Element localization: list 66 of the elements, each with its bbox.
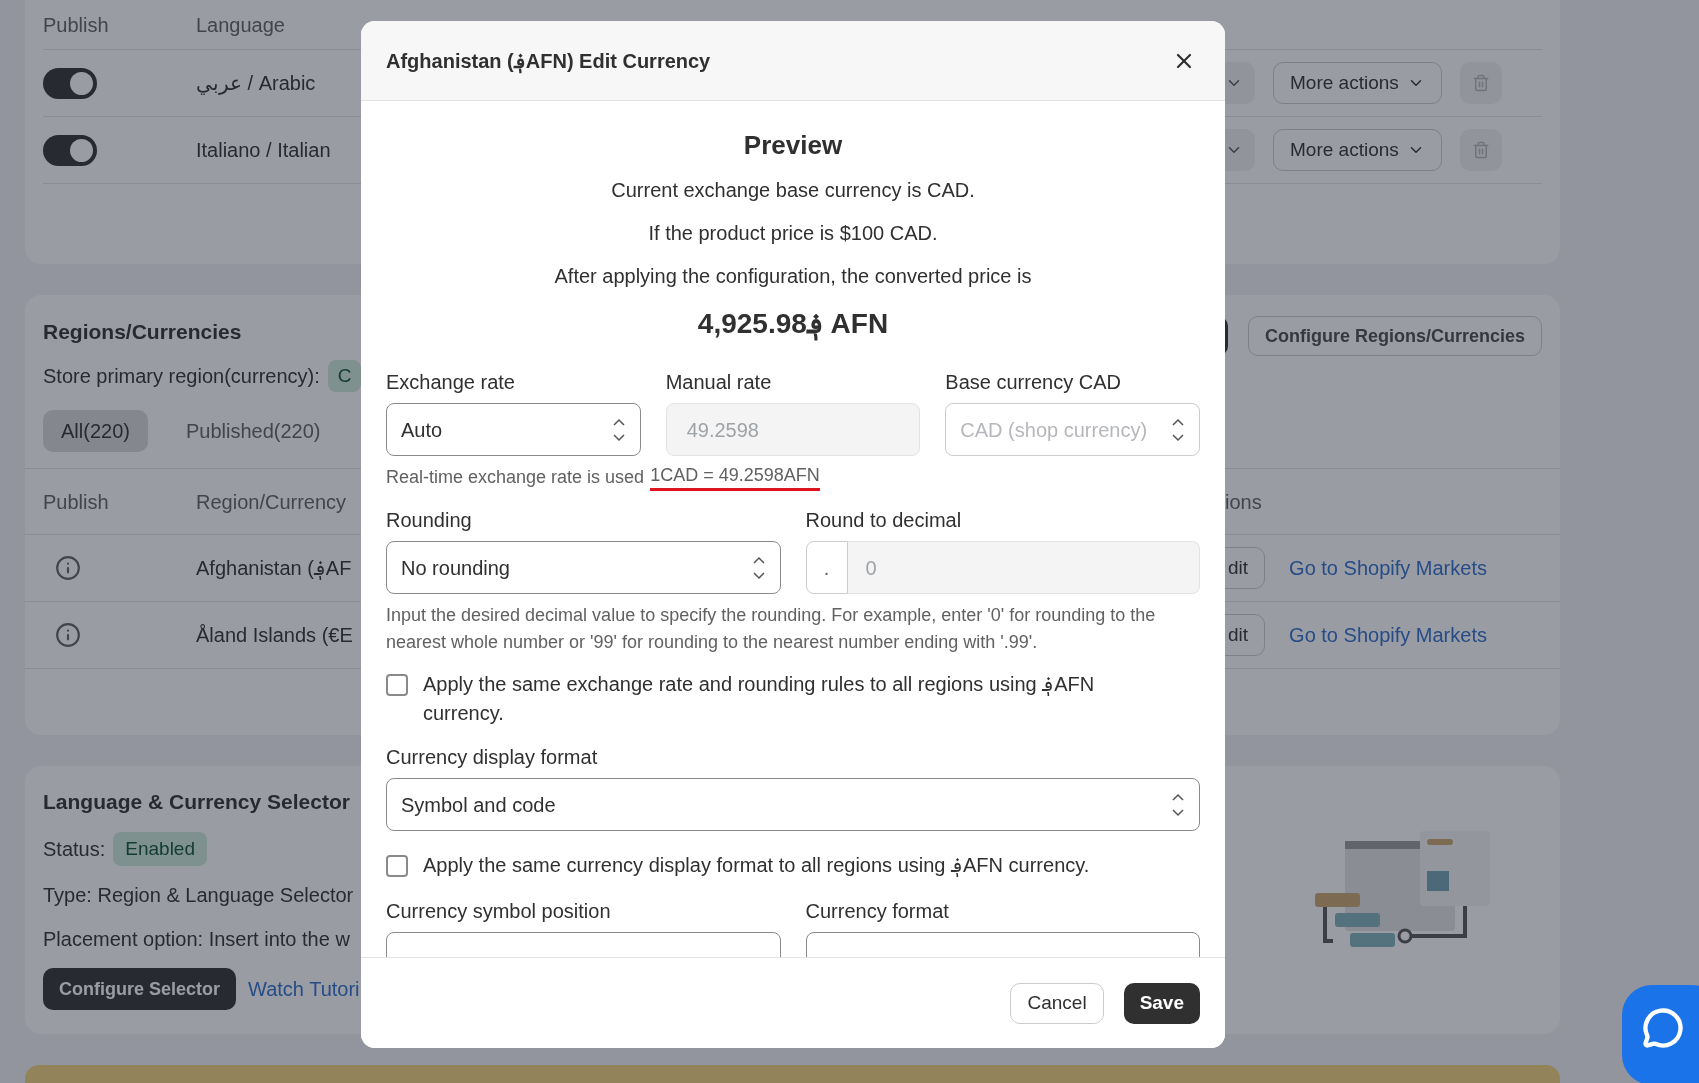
chat-button[interactable] — [1622, 985, 1699, 1083]
toggle-switch[interactable] — [43, 67, 97, 99]
column-header: Publish — [43, 490, 109, 513]
checkbox-label: Apply the same currency display format to all regions using ؋AFN currency. — [423, 853, 1090, 879]
field-label: Rounding — [386, 508, 473, 533]
field-label: Base currency CAD — [945, 370, 1122, 395]
configure-selector-button[interactable]: Configure Selector — [43, 968, 237, 1010]
section-title: Regions/Currencies — [43, 319, 243, 345]
placement-option: Placement option: Insert into the w — [43, 924, 360, 954]
display-format-select[interactable]: Symbol and code — [386, 778, 1200, 831]
up-down-chevron-icon — [1171, 416, 1185, 443]
trash-icon — [1471, 74, 1490, 92]
field-label: Manual rate — [665, 370, 773, 395]
field-label: Exchange rate — [386, 370, 516, 395]
up-down-chevron-icon — [751, 554, 766, 581]
primary-region-label: Store primary region(currency): — [43, 363, 320, 389]
chat-icon — [1642, 1007, 1684, 1049]
shopify-markets-link[interactable]: Go to Shopify Markets — [1289, 553, 1487, 583]
checkbox[interactable] — [386, 674, 408, 696]
delete-button[interactable] — [1459, 62, 1502, 104]
status-label: Status: — [43, 836, 106, 862]
decimal-prefix: . — [805, 541, 848, 594]
info-icon — [55, 622, 81, 648]
exchange-rate-select[interactable]: Auto — [386, 403, 641, 456]
region-name: Åland Islands (€E — [196, 624, 353, 646]
filter-tab[interactable]: All(220) — [43, 410, 148, 452]
rate-note: Real-time exchange rate is used — [386, 465, 645, 489]
shopify-markets-link[interactable]: Go to Shopify Markets — [1289, 620, 1487, 650]
status-badge: Enabled — [113, 831, 207, 866]
field-label: Currency symbol position — [386, 899, 612, 924]
dialog-title: Afghanistan (؋AFN) Edit Currency — [386, 48, 711, 76]
info-icon — [55, 555, 81, 581]
preview-text: Current exchange base currency is CAD. — [611, 178, 975, 203]
configure-regions-button[interactable]: Configure Regions/Currencies — [1247, 316, 1542, 356]
rounding-help-text: Input the desired decimal value to specify the rounding. For example, enter '0' for rounding to the nearest whole number or '99' for rounding to the nearest number ending with '.99'. — [386, 604, 1157, 654]
checkbox[interactable] — [386, 855, 408, 877]
preview-title: Preview — [743, 129, 843, 162]
toggle-switch[interactable] — [43, 134, 97, 166]
up-down-chevron-icon — [611, 416, 626, 443]
field-label: Currency format — [805, 899, 950, 924]
more-actions-button[interactable]: More actions — [1273, 62, 1442, 104]
preview-text: After applying the configuration, the converted price is — [554, 264, 1032, 289]
selector-type: Type: Region & Language Selector — [43, 883, 355, 908]
column-header: Publish — [43, 12, 109, 38]
region-name: Afghanistan (؋AF — [196, 557, 352, 579]
up-down-chevron-icon — [1171, 791, 1185, 818]
delete-button[interactable] — [1459, 129, 1502, 171]
more-actions-button[interactable]: More actions — [1273, 129, 1442, 171]
region-badge: C — [327, 359, 362, 392]
rounding-select[interactable]: No rounding — [386, 541, 781, 594]
field-label: Round to decimal — [805, 508, 963, 533]
column-header: ions — [1225, 490, 1262, 513]
rate-value: 1CAD = 49.2598AFN — [650, 462, 820, 491]
tutorial-link[interactable]: Watch Tutori — [248, 974, 360, 1004]
checkbox-label: Apply the same exchange rate and rounding rules to all regions using ؋AFN currency. — [423, 672, 1096, 726]
save-button[interactable]: Save — [1123, 982, 1200, 1024]
section-title: Language & Currency Selector — [43, 789, 351, 815]
cancel-button[interactable]: Cancel — [1010, 982, 1104, 1024]
language-name: Italiano / Italian — [196, 139, 331, 161]
field-label: Currency display format — [386, 745, 599, 770]
trash-icon — [1471, 141, 1490, 159]
language-name: عربي / Arabic — [196, 72, 316, 94]
column-header: Region/Currency — [196, 490, 347, 513]
preview-text: If the product price is $100 CAD. — [648, 221, 938, 246]
column-header: Language — [196, 12, 285, 38]
converted-price: 4,925.98؋ AFN — [697, 307, 889, 343]
